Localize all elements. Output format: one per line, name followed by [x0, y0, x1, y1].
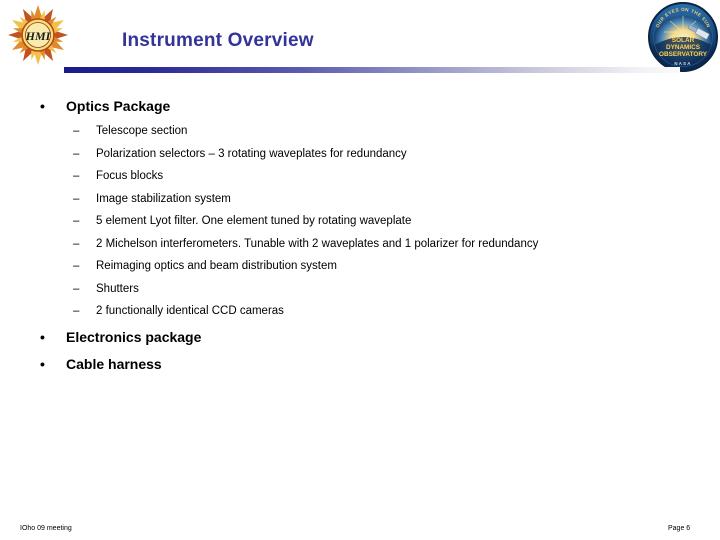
bullet-level2: – Image stabilization system: [0, 191, 720, 214]
bullet-text: Polarization selectors – 3 rotating wave…: [96, 147, 407, 160]
bullet-text: Optics Package: [66, 98, 171, 114]
bullet-text: Focus blocks: [96, 170, 164, 182]
bullet-text: Image stabilization system: [96, 192, 231, 205]
bullet-text: Telescope section: [96, 125, 188, 137]
bullet-level2: – 2 Michelson interferometers. Tunable w…: [0, 236, 720, 259]
bullet-level2: – Reimaging optics and beam distribution…: [0, 258, 720, 281]
title-divider: [64, 67, 680, 73]
page-title: Instrument Overview: [122, 30, 314, 51]
dash-marker-icon: –: [73, 260, 80, 272]
sdo-logo: OUR EYES ON THE SUN SOLAR DYNAMICS OBSER…: [648, 2, 718, 72]
dash-marker-icon: –: [73, 282, 80, 295]
bullet-level1: • Electronics package: [0, 327, 720, 354]
sdo-logo-line1: SOLAR: [672, 37, 695, 44]
bullet-level2: – 2 functionally identical CCD cameras: [0, 303, 720, 326]
bullet-level2: – Telescope section: [0, 123, 720, 146]
bullet-level2: – Polarization selectors – 3 rotating wa…: [0, 146, 720, 169]
footer-meeting-label: IOho 09 meeting: [20, 525, 72, 532]
sdo-logo-agency: NASA: [674, 61, 691, 66]
dash-marker-icon: –: [73, 237, 80, 250]
bullet-text: 2 Michelson interferometers. Tunable wit…: [96, 237, 539, 250]
bullet-level2: – 5 element Lyot filter. One element tun…: [0, 213, 720, 236]
bullet-text: 2 functionally identical CCD cameras: [96, 305, 284, 317]
dash-marker-icon: –: [73, 125, 80, 137]
bullet-level2: – Shutters: [0, 281, 720, 304]
hmi-logo: HMI: [6, 4, 70, 66]
bullet-text: 5 element Lyot filter. One element tuned…: [96, 215, 412, 227]
footer-page-number: Page 6: [668, 525, 691, 532]
bullet-marker-icon: •: [40, 98, 45, 114]
bullet-list: • Optics Package – Telescope section – P…: [0, 96, 720, 381]
slide: HMI OUR EYES ON THE SUN SOLAR DYNAMICS O…: [0, 0, 720, 540]
hmi-logo-text: HMI: [25, 29, 52, 43]
bullet-text: Electronics package: [66, 328, 202, 345]
bullet-marker-icon: •: [40, 328, 45, 345]
bullet-text: Shutters: [96, 282, 139, 295]
dash-marker-icon: –: [73, 147, 80, 160]
dash-marker-icon: –: [73, 170, 80, 182]
bullet-text: Cable harness: [66, 355, 162, 372]
bullet-level2: – Focus blocks: [0, 168, 720, 191]
bullet-level1: • Cable harness: [0, 354, 720, 381]
dash-marker-icon: –: [73, 192, 80, 205]
bullet-level1: • Optics Package: [0, 96, 720, 123]
bullet-text: Reimaging optics and beam distribution s…: [96, 260, 337, 272]
dash-marker-icon: –: [73, 215, 80, 227]
bullet-marker-icon: •: [40, 355, 45, 372]
sdo-logo-line3: OBSERVATORY: [659, 51, 708, 58]
dash-marker-icon: –: [73, 305, 80, 317]
sdo-logo-line2: DYNAMICS: [666, 44, 701, 51]
